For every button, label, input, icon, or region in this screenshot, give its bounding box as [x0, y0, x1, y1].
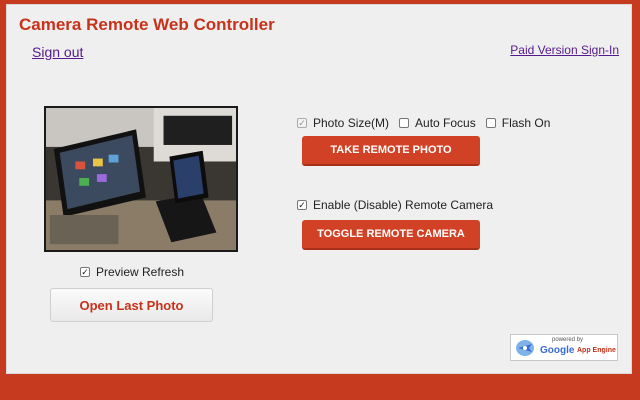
auto-focus-label: Auto Focus [415, 116, 476, 130]
toggle-remote-camera-button[interactable]: TOGGLE REMOTE CAMERA [302, 220, 480, 250]
flash-on-checkbox[interactable] [485, 118, 496, 128]
photo-options-row: Photo Size(M) Auto Focus Flash On [297, 116, 550, 130]
photo-size-label: Photo Size(M) [313, 116, 390, 130]
powered-by-text: powered by [552, 337, 584, 343]
enable-camera-row: Enable (Disable) Remote Camera [297, 198, 493, 212]
page-title: Camera Remote Web Controller [19, 15, 275, 34]
google-text: Google [540, 345, 575, 356]
flash-on-label: Flash On [501, 116, 551, 130]
preview-photo [46, 108, 236, 250]
preview-refresh-label: Preview Refresh [96, 265, 185, 279]
photo-size-checkbox [297, 118, 307, 128]
sign-out-link[interactable]: Sign out [32, 44, 83, 60]
preview-refresh-row: Preview Refresh [80, 265, 184, 279]
open-last-photo-button[interactable]: Open Last Photo [50, 288, 213, 322]
enable-camera-label: Enable (Disable) Remote Camera [313, 198, 494, 212]
camera-preview-image [44, 106, 238, 252]
app-engine-jet-icon [516, 340, 534, 356]
app-engine-badge[interactable]: powered by Google App Engine [510, 334, 618, 361]
take-remote-photo-button[interactable]: TAKE REMOTE PHOTO [302, 136, 480, 166]
auto-focus-checkbox[interactable] [399, 118, 410, 128]
enable-camera-checkbox[interactable] [297, 200, 307, 210]
app-engine-text: App Engine [577, 347, 616, 354]
preview-refresh-checkbox[interactable] [80, 267, 90, 277]
paid-version-signin-link[interactable]: Paid Version Sign-In [510, 43, 619, 57]
